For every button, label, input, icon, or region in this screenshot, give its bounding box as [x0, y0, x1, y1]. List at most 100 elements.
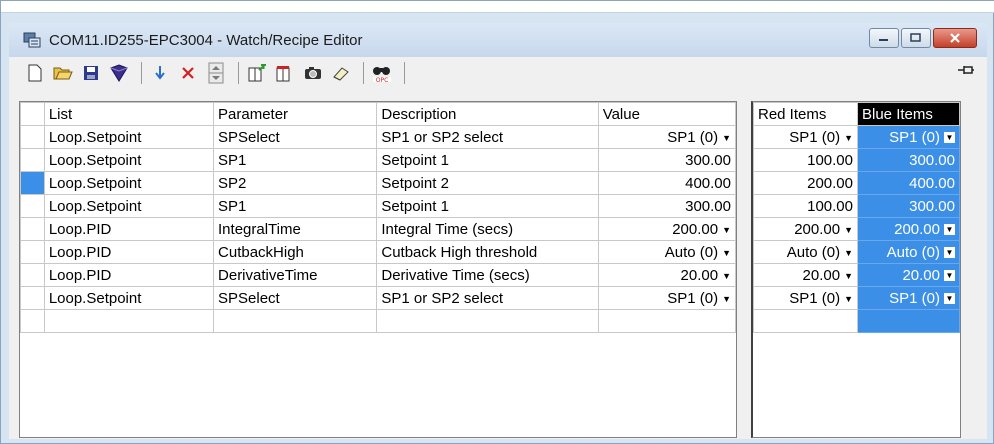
pin-button[interactable] [957, 63, 975, 81]
dropdown-arrow-icon[interactable]: ▼ [944, 270, 955, 282]
cell-list[interactable]: Loop.Setpoint [43, 125, 215, 149]
opc-browse-button[interactable]: OPC [370, 61, 394, 85]
cell-red-item[interactable] [753, 309, 858, 333]
recipe-row[interactable]: 100.00 300.00 [753, 148, 960, 172]
cell-parameter[interactable]: DerivativeTime [213, 263, 378, 287]
dropdown-arrow-icon[interactable]: ▼ [722, 133, 731, 143]
insert-down-button[interactable] [148, 61, 172, 85]
cell-parameter[interactable]: SPSelect [213, 286, 378, 310]
cell-description[interactable]: Integral Time (secs) [376, 217, 599, 241]
cell-blue-item[interactable]: 300.00 [857, 148, 960, 172]
title-bar[interactable]: COM11.ID255-EPC3004 - Watch/Recipe Edito… [9, 23, 987, 57]
table-row[interactable]: Loop.Setpoint SP1 Setpoint 1 300.00 [20, 194, 737, 218]
row-selector[interactable] [20, 148, 45, 172]
open-folder-button[interactable] [51, 61, 75, 85]
empty-row[interactable] [20, 309, 737, 333]
dropdown-arrow-icon[interactable]: ▼ [722, 271, 731, 281]
dropdown-arrow-icon[interactable]: ▼ [844, 294, 853, 304]
cell-description[interactable]: Setpoint 1 [376, 148, 599, 172]
empty-recipe-row[interactable] [753, 309, 960, 333]
dropdown-arrow-icon[interactable]: ▼ [944, 247, 955, 259]
cell-description[interactable]: Derivative Time (secs) [376, 263, 599, 287]
cell-list[interactable]: Loop.PID [43, 263, 215, 287]
clear-button[interactable] [329, 61, 353, 85]
move-updown-button[interactable] [204, 61, 228, 85]
column-header-parameter[interactable]: Parameter [213, 102, 378, 126]
dropdown-arrow-icon[interactable]: ▼ [944, 224, 955, 236]
cell-value[interactable]: 400.00 [597, 171, 737, 195]
cell-value[interactable]: 300.00 [597, 194, 737, 218]
dropdown-arrow-icon[interactable]: ▼ [722, 294, 731, 304]
column-header-description[interactable]: Description [376, 102, 599, 126]
add-recipe-column-button[interactable] [245, 61, 269, 85]
column-header-list[interactable]: List [43, 102, 215, 126]
cell-blue-item[interactable]: 20.00 ▼ [857, 263, 960, 287]
cell-parameter[interactable] [213, 309, 378, 333]
cell-list[interactable]: Loop.Setpoint [43, 148, 215, 172]
cell-red-item[interactable]: 200.00 [753, 171, 858, 195]
cell-parameter[interactable]: IntegralTime [213, 217, 378, 241]
cell-list[interactable]: Loop.Setpoint [43, 194, 215, 218]
delete-recipe-column-button[interactable] [273, 61, 297, 85]
cell-description[interactable]: SP1 or SP2 select [376, 286, 599, 310]
table-row[interactable]: Loop.Setpoint SP2 Setpoint 2 400.00 [20, 171, 737, 195]
row-selector[interactable] [20, 125, 45, 149]
cell-red-item[interactable]: SP1 (0) ▼ [753, 125, 858, 149]
table-row[interactable]: Loop.PID CutbackHigh Cutback High threshol… [20, 240, 737, 264]
dropdown-arrow-icon[interactable]: ▼ [722, 225, 731, 235]
dropdown-arrow-icon[interactable]: ▼ [944, 132, 955, 144]
row-selector[interactable] [20, 171, 45, 195]
recipe-row[interactable]: 200.00 ▼ 200.00 ▼ [753, 217, 960, 241]
cell-blue-item[interactable]: 400.00 [857, 171, 960, 195]
minimize-button[interactable] [869, 28, 899, 48]
recipe-row[interactable]: 20.00 ▼ 20.00 ▼ [753, 263, 960, 287]
cell-list[interactable]: Loop.Setpoint [43, 286, 215, 310]
table-row[interactable]: Loop.PID DerivativeTime Derivative Time (s… [20, 263, 737, 287]
cell-blue-item[interactable]: SP1 (0) ▼ [857, 125, 960, 149]
cell-blue-item[interactable]: 200.00 ▼ [857, 217, 960, 241]
cell-value[interactable]: SP1 (0) ▼ [597, 125, 737, 149]
row-selector[interactable] [20, 240, 45, 264]
cell-value[interactable]: 300.00 [597, 148, 737, 172]
cell-red-item[interactable]: 100.00 [753, 194, 858, 218]
recipe-row[interactable]: 200.00 400.00 [753, 171, 960, 195]
cell-blue-item[interactable]: SP1 (0) ▼ [857, 286, 960, 310]
cell-red-item[interactable]: Auto (0) ▼ [753, 240, 858, 264]
cell-blue-item[interactable]: 300.00 [857, 194, 960, 218]
cell-parameter[interactable]: SP1 [213, 194, 378, 218]
cell-list[interactable] [43, 309, 215, 333]
cell-red-item[interactable]: SP1 (0) ▼ [753, 286, 858, 310]
column-header-value[interactable]: Value [597, 102, 737, 126]
cell-description[interactable]: Setpoint 2 [376, 171, 599, 195]
snapshot-button[interactable] [301, 61, 325, 85]
cell-parameter[interactable]: CutbackHigh [213, 240, 378, 264]
recipe-row[interactable]: 100.00 300.00 [753, 194, 960, 218]
cell-blue-item[interactable] [857, 309, 960, 333]
cell-description[interactable]: Setpoint 1 [376, 194, 599, 218]
row-selector[interactable] [20, 263, 45, 287]
table-row[interactable]: Loop.Setpoint SPSelect SP1 or SP2 select SP… [20, 286, 737, 310]
cell-value[interactable]: 20.00 ▼ [597, 263, 737, 287]
maximize-button[interactable] [901, 28, 931, 48]
cell-value[interactable] [597, 309, 737, 333]
cell-red-item[interactable]: 20.00 ▼ [753, 263, 858, 287]
table-row[interactable]: Loop.PID IntegralTime Integral Time (secs)… [20, 217, 737, 241]
row-selector[interactable] [20, 217, 45, 241]
cell-value[interactable]: Auto (0) ▼ [597, 240, 737, 264]
cell-list[interactable]: Loop.PID [43, 240, 215, 264]
delete-button[interactable] [176, 61, 200, 85]
cell-red-item[interactable]: 100.00 [753, 148, 858, 172]
download-recipe-button[interactable] [107, 61, 131, 85]
new-file-button[interactable] [23, 61, 47, 85]
dropdown-arrow-icon[interactable]: ▼ [844, 271, 853, 281]
cell-description[interactable]: SP1 or SP2 select [376, 125, 599, 149]
cell-description[interactable]: Cutback High threshold [376, 240, 599, 264]
dropdown-arrow-icon[interactable]: ▼ [844, 248, 853, 258]
cell-value[interactable]: SP1 (0) ▼ [597, 286, 737, 310]
cell-blue-item[interactable]: Auto (0) ▼ [857, 240, 960, 264]
cell-parameter[interactable]: SPSelect [213, 125, 378, 149]
cell-list[interactable]: Loop.PID [43, 217, 215, 241]
column-header-blue-items[interactable]: Blue Items [857, 102, 960, 126]
column-header-red-items[interactable]: Red Items [753, 102, 858, 126]
row-selector[interactable] [20, 286, 45, 310]
